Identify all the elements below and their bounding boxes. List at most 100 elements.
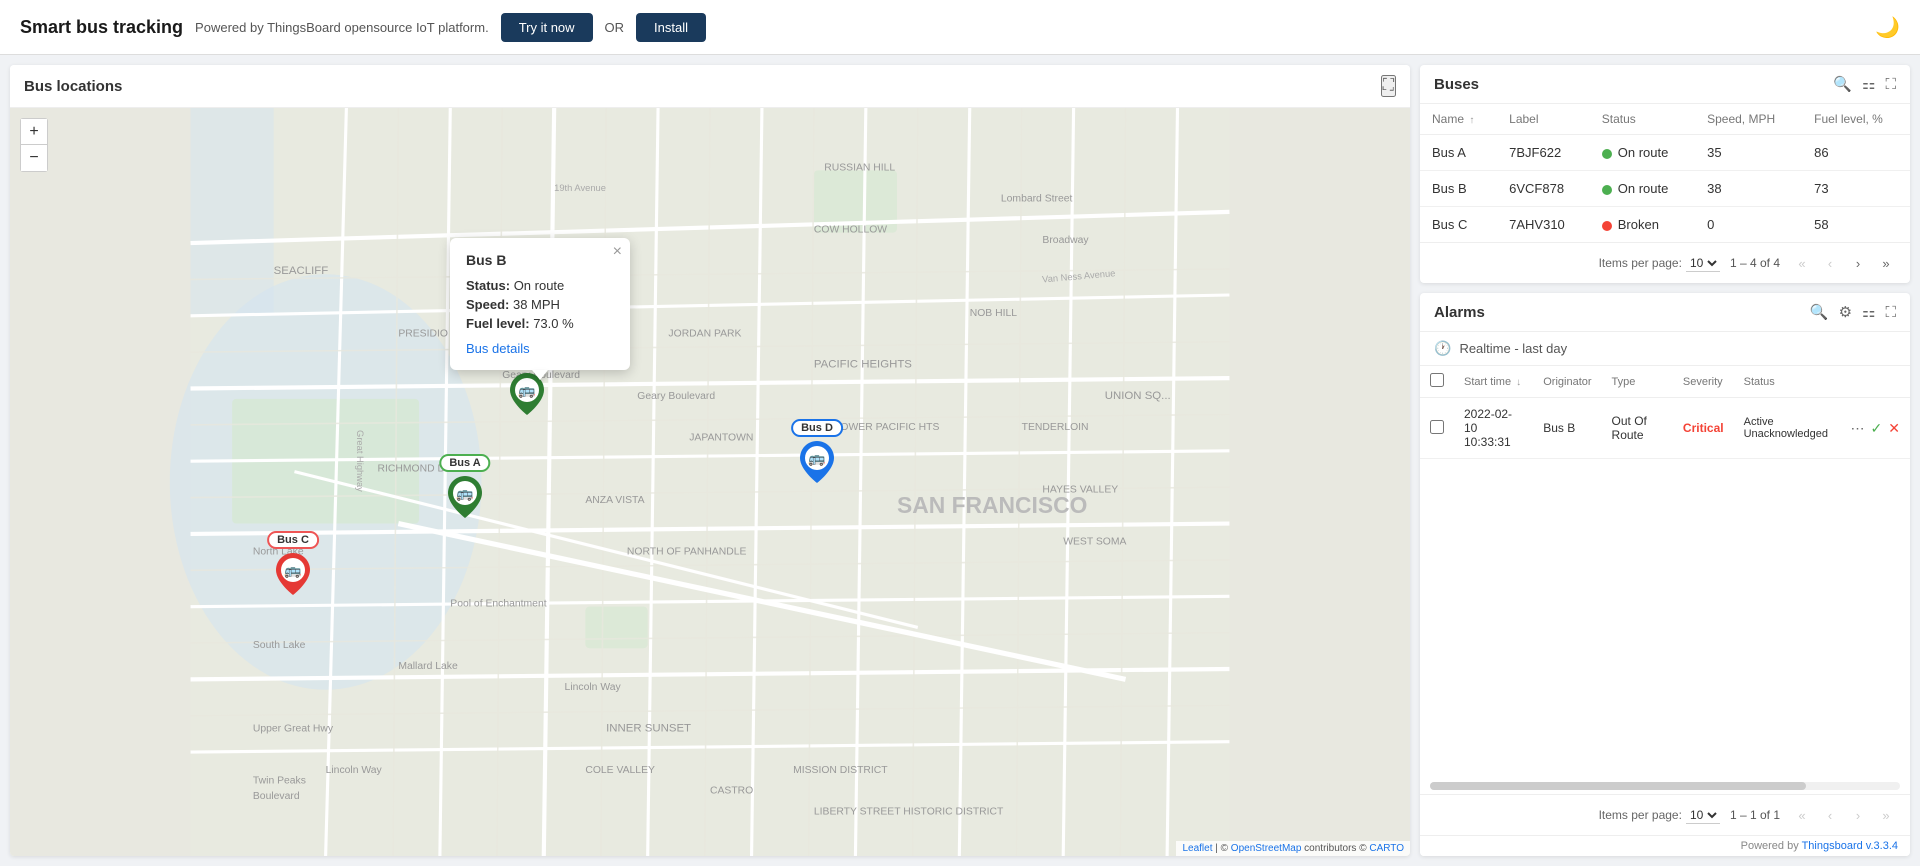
svg-text:JORDAN PARK: JORDAN PARK <box>668 329 741 340</box>
alarms-search-button[interactable]: 🔍 <box>1810 303 1829 321</box>
bus-status: Broken <box>1590 207 1695 243</box>
svg-text:🚌: 🚌 <box>284 562 302 579</box>
install-button[interactable]: Install <box>636 13 706 42</box>
table-row[interactable]: 2022-02-10 10:33:31 Bus B Out Of Route C… <box>1420 398 1910 459</box>
bus-b-popup: × Bus B Status: On route Speed: 38 MPH F… <box>450 238 630 370</box>
popup-close-button[interactable]: × <box>613 244 622 260</box>
alarm-col-starttime[interactable]: Start time ↓ <box>1454 366 1533 398</box>
alarm-row-checkbox[interactable] <box>1430 420 1444 434</box>
try-it-now-button[interactable]: Try it now <box>501 13 593 42</box>
alarm-status-cell: Active Unacknowledged ⋯ ✓ ✕ <box>1734 398 1910 459</box>
powered-footer: Powered by Thingsboard v.3.3.4 <box>1420 835 1910 856</box>
alarm-start-time: 2022-02-10 10:33:31 <box>1454 398 1533 459</box>
alarms-ipp-label: Items per page: <box>1599 808 1682 822</box>
svg-text:MISSION DISTRICT: MISSION DISTRICT <box>793 765 888 776</box>
bus-fuel: 73 <box>1802 171 1910 207</box>
svg-text:Great Highway: Great Highway <box>355 430 365 492</box>
alarms-h-scrollbar[interactable] <box>1430 782 1900 790</box>
buses-first-page-button[interactable]: « <box>1790 251 1814 275</box>
alarm-more-button[interactable]: ⋯ <box>1851 420 1865 437</box>
alarms-first-page-button[interactable]: « <box>1790 803 1814 827</box>
bus-status: On route <box>1590 135 1695 171</box>
svg-text:19th Avenue: 19th Avenue <box>554 183 606 193</box>
alarm-acknowledge-button[interactable]: ✓ <box>1871 420 1883 437</box>
bus-a-label: Bus A <box>439 454 490 472</box>
carto-link[interactable]: CARTO <box>1369 843 1404 854</box>
svg-text:Broadway: Broadway <box>1042 235 1089 246</box>
buses-table-footer: Items per page: 10 25 50 1 – 4 of 4 « ‹ … <box>1420 242 1910 283</box>
buses-last-page-button[interactable]: » <box>1874 251 1898 275</box>
svg-text:TENDERLOIN: TENDERLOIN <box>1022 422 1089 433</box>
clock-icon: 🕐 <box>1434 340 1451 357</box>
buses-columns-button[interactable]: ⚏ <box>1862 75 1875 93</box>
bus-fuel: 86 <box>1802 135 1910 171</box>
buses-table-scroll[interactable]: Name ↑ Label Status Speed, MPH Fuel leve… <box>1420 104 1910 242</box>
alarms-fullscreen-button[interactable]: ⛶ <box>1885 304 1896 321</box>
main-layout: Bus locations ⛶ <box>0 55 1920 866</box>
map-fullscreen-button[interactable]: ⛶ <box>1381 75 1396 97</box>
table-row[interactable]: Bus B 6VCF878 On route 38 73 <box>1420 171 1910 207</box>
svg-text:Geary Boulevard: Geary Boulevard <box>637 391 715 402</box>
right-panel: Buses 🔍 ⚏ ⛶ Name ↑ Label Status Speed, M… <box>1420 65 1910 856</box>
alarms-last-page-button[interactable]: » <box>1874 803 1898 827</box>
svg-text:NORTH OF PANHANDLE: NORTH OF PANHANDLE <box>627 547 747 558</box>
alarm-type: Out Of Route <box>1602 398 1673 459</box>
popup-status-value: On route <box>514 278 565 293</box>
bus-label: 6VCF878 <box>1497 171 1590 207</box>
alarms-columns-button[interactable]: ⚏ <box>1862 303 1875 321</box>
alarm-dismiss-button[interactable]: ✕ <box>1888 420 1900 437</box>
name-sort-icon: ↑ <box>1469 115 1474 126</box>
alarm-checkbox-cell[interactable] <box>1420 398 1454 459</box>
map-area: SEACLIFF North Lake South Lake PRESIDIO … <box>10 108 1410 856</box>
bus-d-marker[interactable]: Bus D 🚌 <box>800 441 834 486</box>
alarms-page-range: 1 – 1 of 1 <box>1730 808 1780 822</box>
popup-status-label: Status: <box>466 278 510 293</box>
buses-card-icons: 🔍 ⚏ ⛶ <box>1833 75 1896 93</box>
buses-search-button[interactable]: 🔍 <box>1833 75 1852 93</box>
svg-text:CASTRO: CASTRO <box>710 786 753 797</box>
alarms-filter-button[interactable]: ⚙ <box>1839 303 1852 321</box>
osm-link[interactable]: OpenStreetMap <box>1231 843 1302 854</box>
popup-arrow <box>532 370 548 380</box>
alarms-table-scroll[interactable]: Start time ↓ Originator Type Severity St… <box>1420 366 1910 778</box>
svg-text:UNION SQ...: UNION SQ... <box>1105 390 1171 402</box>
alarms-table-body: 2022-02-10 10:33:31 Bus B Out Of Route C… <box>1420 398 1910 459</box>
map-attribution: Leaflet | © OpenStreetMap contributors ©… <box>1176 841 1410 856</box>
status-dot <box>1602 221 1612 231</box>
alarms-table-footer: Items per page: 10 25 50 1 – 1 of 1 « ‹ … <box>1420 794 1910 835</box>
alarms-prev-page-button[interactable]: ‹ <box>1818 803 1842 827</box>
buses-prev-page-button[interactable]: ‹ <box>1818 251 1842 275</box>
header-subtitle: Powered by ThingsBoard opensource IoT pl… <box>195 20 489 35</box>
leaflet-link[interactable]: Leaflet <box>1182 843 1212 854</box>
dark-mode-toggle[interactable]: 🌙 <box>1875 15 1900 40</box>
alarm-col-type: Type <box>1602 366 1673 398</box>
svg-text:WEST SOMA: WEST SOMA <box>1063 536 1126 547</box>
col-name-header[interactable]: Name ↑ <box>1420 104 1497 135</box>
alarm-select-all-checkbox[interactable] <box>1430 373 1444 387</box>
popup-fuel-value: 73.0 % <box>533 316 573 331</box>
map-panel-title: Bus locations <box>24 78 122 95</box>
bus-a-marker[interactable]: Bus A 🚌 <box>448 476 482 521</box>
svg-text:Boulevard: Boulevard <box>253 791 300 802</box>
alarm-col-status: Status <box>1734 366 1910 398</box>
status-dot <box>1602 149 1612 159</box>
alarm-col-severity: Severity <box>1673 366 1734 398</box>
bus-d-label: Bus D <box>791 419 843 437</box>
thingsboard-link[interactable]: Thingsboard v.3.3.4 <box>1802 840 1898 852</box>
starttime-sort-icon: ↓ <box>1516 377 1521 388</box>
alarms-ipp-select[interactable]: 10 25 50 <box>1686 807 1720 824</box>
alarms-next-page-button[interactable]: › <box>1846 803 1870 827</box>
table-row[interactable]: Bus A 7BJF622 On route 35 86 <box>1420 135 1910 171</box>
buses-next-page-button[interactable]: › <box>1846 251 1870 275</box>
buses-fullscreen-button[interactable]: ⛶ <box>1885 76 1896 93</box>
bus-c-marker[interactable]: Bus C 🚌 <box>276 553 310 598</box>
table-row[interactable]: Bus C 7AHV310 Broken 0 58 <box>1420 207 1910 243</box>
buses-ipp-select[interactable]: 10 25 50 <box>1686 255 1720 272</box>
buses-table-header-row: Name ↑ Label Status Speed, MPH Fuel leve… <box>1420 104 1910 135</box>
zoom-in-button[interactable]: + <box>21 119 47 145</box>
zoom-out-button[interactable]: − <box>21 145 47 171</box>
bus-details-link[interactable]: Bus details <box>466 341 614 356</box>
svg-text:JAPANTOWN: JAPANTOWN <box>689 432 753 443</box>
map-svg: SEACLIFF North Lake South Lake PRESIDIO … <box>10 108 1410 856</box>
svg-text:Upper Great Hwy: Upper Great Hwy <box>253 723 334 734</box>
